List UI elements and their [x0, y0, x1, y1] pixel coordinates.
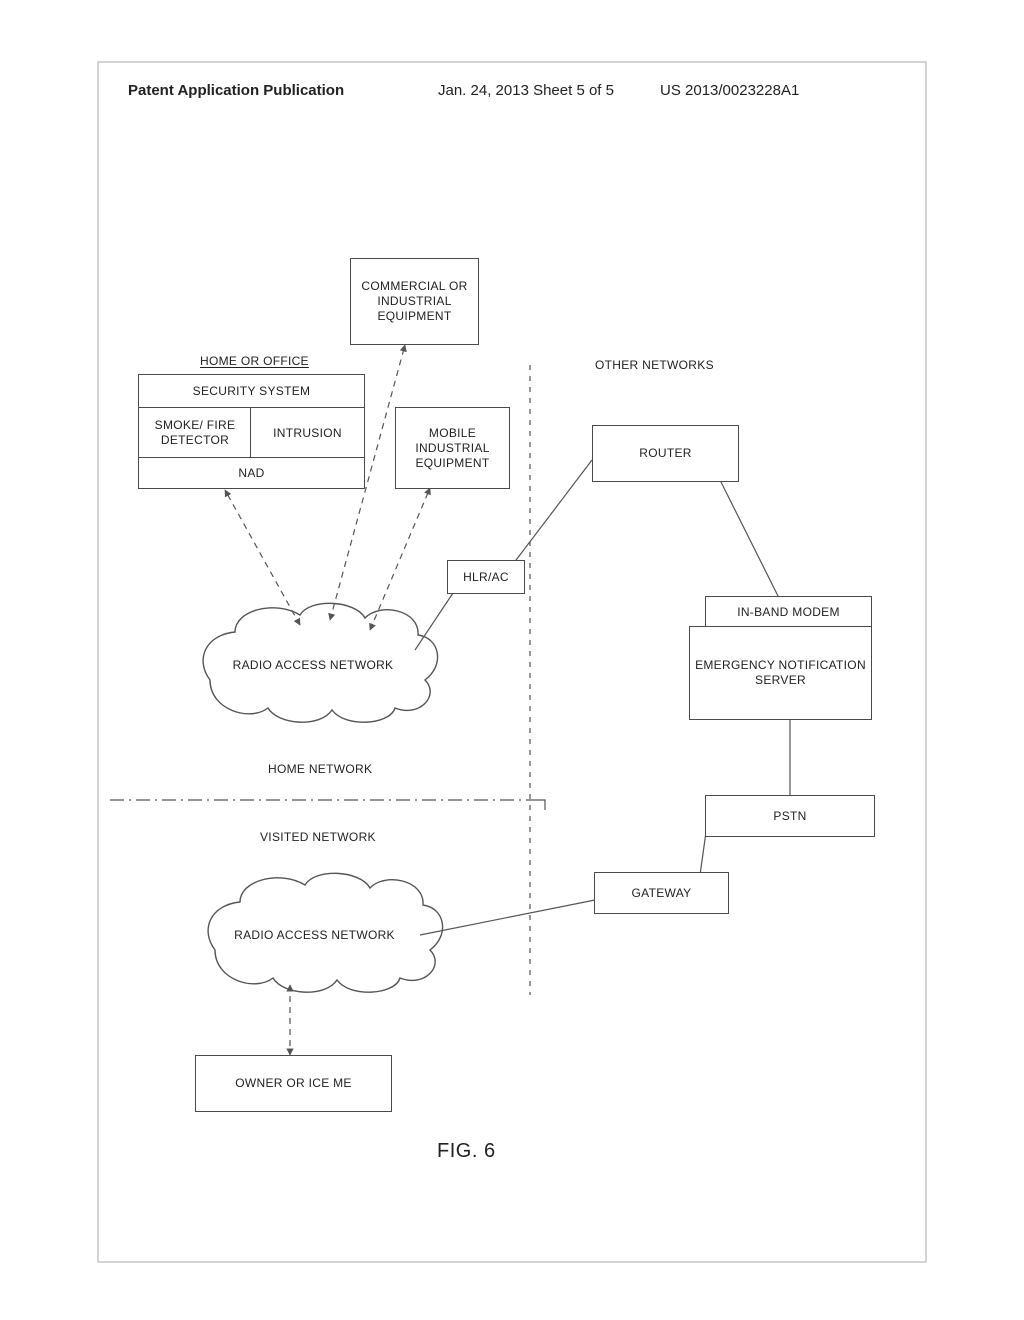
label-home-network: HOME NETWORK [268, 762, 372, 776]
node-intrusion: INTRUSION [250, 407, 365, 459]
label-other-networks: OTHER NETWORKS [595, 358, 714, 372]
node-gateway: GATEWAY [594, 872, 729, 914]
node-mobile-industrial: MOBILE INDUSTRIAL EQUIPMENT [395, 407, 510, 489]
node-emergency-server: EMERGENCY NOTIFICATION SERVER [689, 626, 872, 720]
figure-caption: FIG. 6 [437, 1140, 496, 1163]
node-owner: OWNER OR ICE ME [195, 1055, 392, 1112]
node-security-system: SECURITY SYSTEM [138, 374, 365, 408]
node-commercial-equipment: COMMERCIAL OR INDUSTRIAL EQUIPMENT [350, 258, 479, 345]
node-ran-visited: RADIO ACCESS NETWORK [222, 928, 407, 942]
node-router: ROUTER [592, 425, 739, 482]
node-hlr-ac: HLR/AC [447, 560, 525, 594]
node-in-band-modem: IN-BAND MODEM [705, 596, 872, 628]
node-smoke-fire-detector: SMOKE/ FIRE DETECTOR [138, 407, 252, 459]
header-right: US 2013/0023228A1 [660, 82, 799, 99]
label-visited-network: VISITED NETWORK [260, 830, 376, 844]
node-nad: NAD [138, 457, 365, 489]
header-mid: Jan. 24, 2013 Sheet 5 of 5 [438, 82, 614, 99]
label-home-or-office: HOME OR OFFICE [200, 354, 309, 368]
node-ran-home: RADIO ACCESS NETWORK [218, 658, 408, 672]
header-left: Patent Application Publication [128, 82, 344, 99]
node-pstn: PSTN [705, 795, 875, 837]
